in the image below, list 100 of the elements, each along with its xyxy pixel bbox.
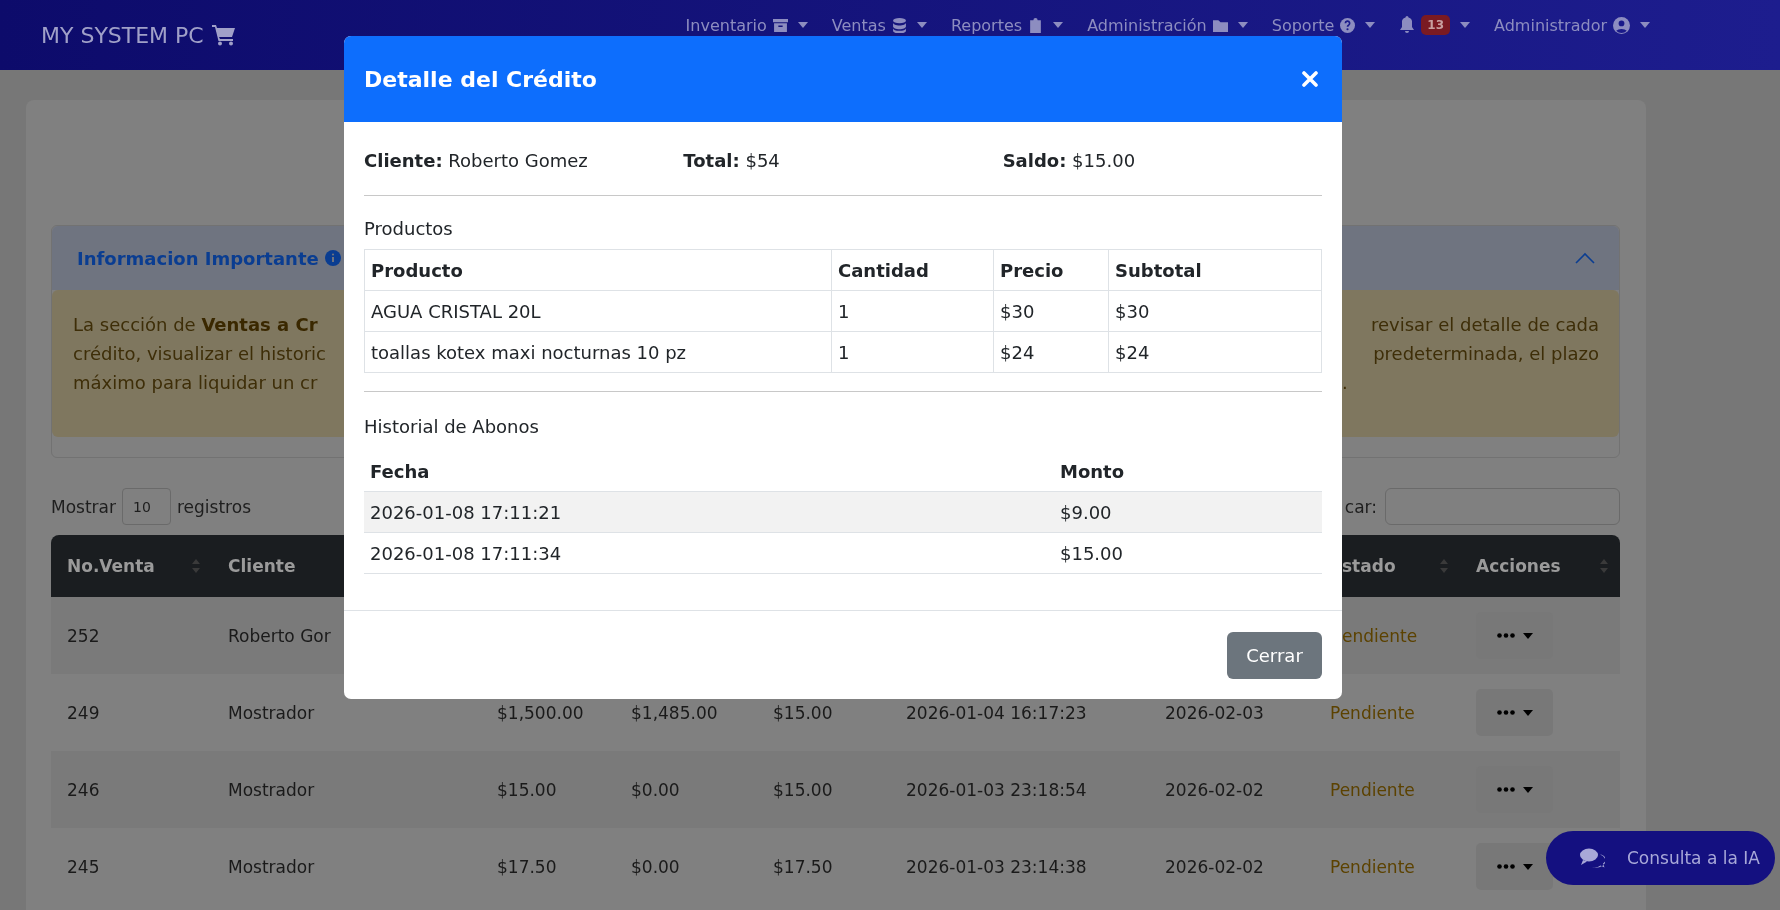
user-icon [1613, 16, 1630, 34]
sort-icon[interactable] [1440, 559, 1448, 573]
table-cell: $1,485.00 [631, 702, 718, 723]
caret-icon [1460, 22, 1471, 28]
info-text: revisar el detalle de cada predeterminada, el plazo . [1342, 313, 1599, 395]
caret-icon [1522, 709, 1533, 716]
caret-icon [1640, 22, 1650, 28]
nav-menu[interactable]: Reportes [950, 15, 1064, 35]
column-header: Precio [993, 249, 1109, 291]
close-button[interactable]: Cerrar [1227, 631, 1322, 679]
clipboard-icon [1028, 17, 1044, 33]
column-header: Cantidad [831, 249, 994, 291]
summary-field: Total: $54 [683, 150, 780, 171]
status-text: Pendiente [1330, 856, 1415, 877]
table-cell: Roberto Gor [228, 625, 331, 646]
close-button[interactable] [1302, 71, 1318, 87]
archive-icon [772, 17, 788, 33]
column-header: Subtotal [1108, 249, 1322, 291]
table-cell: 1 [831, 290, 994, 332]
table-cell: toallas kotex maxi nocturnas 10 pz [364, 331, 832, 373]
section-heading: Productos [364, 218, 454, 239]
summary-field: Cliente: Roberto Gomez [364, 150, 588, 171]
brand-title[interactable]: MY SYSTEM PC [41, 22, 204, 48]
database-icon [891, 17, 907, 33]
actions-button[interactable] [1476, 689, 1553, 736]
help-icon [1340, 17, 1356, 33]
caret-icon [916, 22, 927, 28]
status-text: Pendiente [1330, 702, 1415, 723]
status-text: endiente [1342, 625, 1418, 646]
notification-count: 13 [1421, 15, 1451, 35]
table-cell: $0.00 [631, 856, 680, 877]
table-cell: Mostrador [228, 702, 315, 723]
caret-icon [1522, 786, 1533, 793]
ellipsis-icon [1496, 633, 1515, 638]
caret-icon [1522, 863, 1533, 870]
table-cell: $24 [1108, 331, 1322, 373]
table-cell: $15.00 [773, 702, 833, 723]
table-cell: 2026-01-08 17:11:21 [364, 491, 1054, 533]
status-text: Pendiente [1330, 779, 1415, 800]
table-cell: $1,500.00 [497, 702, 584, 723]
table-cell: $17.50 [497, 856, 557, 877]
table-cell: 2026-01-03 23:14:38 [906, 856, 1087, 877]
folder-icon [1212, 17, 1228, 33]
sort-icon[interactable] [192, 559, 200, 573]
notifications-button[interactable]: 13 [1399, 15, 1471, 35]
nav-menu[interactable]: Administración [1087, 15, 1248, 35]
table-cell: $15.00 [497, 779, 557, 800]
table-cell: 249 [67, 702, 100, 723]
table-cell: 2026-02-02 [1165, 856, 1264, 877]
table-cell: 2026-02-02 [1165, 779, 1264, 800]
info-icon [324, 250, 341, 266]
nav-menu[interactable]: Ventas [831, 15, 927, 35]
ellipsis-icon [1496, 864, 1515, 869]
column-header[interactable]: Acciones [1476, 556, 1561, 576]
caret-icon [1053, 22, 1064, 28]
table-cell: $24 [993, 331, 1109, 373]
actions-button[interactable] [1476, 843, 1553, 890]
modal-title: Detalle del Crédito [364, 66, 597, 92]
table-cell: $9.00 [1054, 491, 1322, 533]
caret-icon [1522, 632, 1533, 639]
column-header: Fecha [364, 451, 1054, 492]
table-cell: 2026-02-03 [1165, 702, 1264, 723]
ellipsis-icon [1496, 710, 1515, 715]
nav-menu[interactable]: Soporte [1271, 15, 1376, 35]
close-icon [1302, 71, 1318, 87]
caret-icon [1365, 22, 1376, 28]
sort-icon[interactable] [1600, 559, 1608, 573]
table-cell: $17.50 [773, 856, 833, 877]
table-cell: $0.00 [631, 779, 680, 800]
chat-button[interactable]: Consulta a la IA [1546, 831, 1775, 885]
user-menu[interactable]: Administrador [1494, 15, 1650, 35]
table-cell: 252 [67, 625, 100, 646]
info-text: La sección de Ventas a Cr crédito, visualizar el historic máximo para liquidar un cr [73, 313, 326, 395]
table-cell: 2026-01-04 16:17:23 [906, 702, 1087, 723]
length-label: Mostrar [51, 496, 116, 517]
table-cell: 1 [831, 331, 994, 373]
table-cell: 246 [67, 779, 100, 800]
column-header[interactable]: No.Venta [67, 556, 155, 576]
table-cell: Mostrador [228, 856, 315, 877]
chat-icon [1580, 848, 1605, 868]
caret-icon [1237, 22, 1248, 28]
nav-menu[interactable]: Inventario [685, 15, 808, 35]
ellipsis-icon [1496, 787, 1515, 792]
column-header: Producto [364, 249, 832, 291]
table-cell: $15.00 [1054, 532, 1322, 574]
column-header: Monto [1054, 451, 1322, 492]
search-label: car: [1344, 496, 1377, 517]
length-label: registros [177, 496, 251, 517]
section-heading: Historial de Abonos [364, 416, 540, 437]
table-cell: $30 [1108, 290, 1322, 332]
table-cell: AGUA CRISTAL 20L [364, 290, 832, 332]
page-length-field[interactable]: 10 [122, 488, 171, 525]
column-header[interactable]: Cliente [228, 556, 296, 576]
table-cell: $15.00 [773, 779, 833, 800]
chevron-icon[interactable] [1575, 252, 1595, 264]
table-cell: Mostrador [228, 779, 315, 800]
caret-icon [797, 22, 808, 28]
table-cell: 2026-01-08 17:11:34 [364, 532, 1054, 574]
bell-icon [1399, 16, 1416, 34]
column-header[interactable]: stado [1342, 556, 1396, 576]
